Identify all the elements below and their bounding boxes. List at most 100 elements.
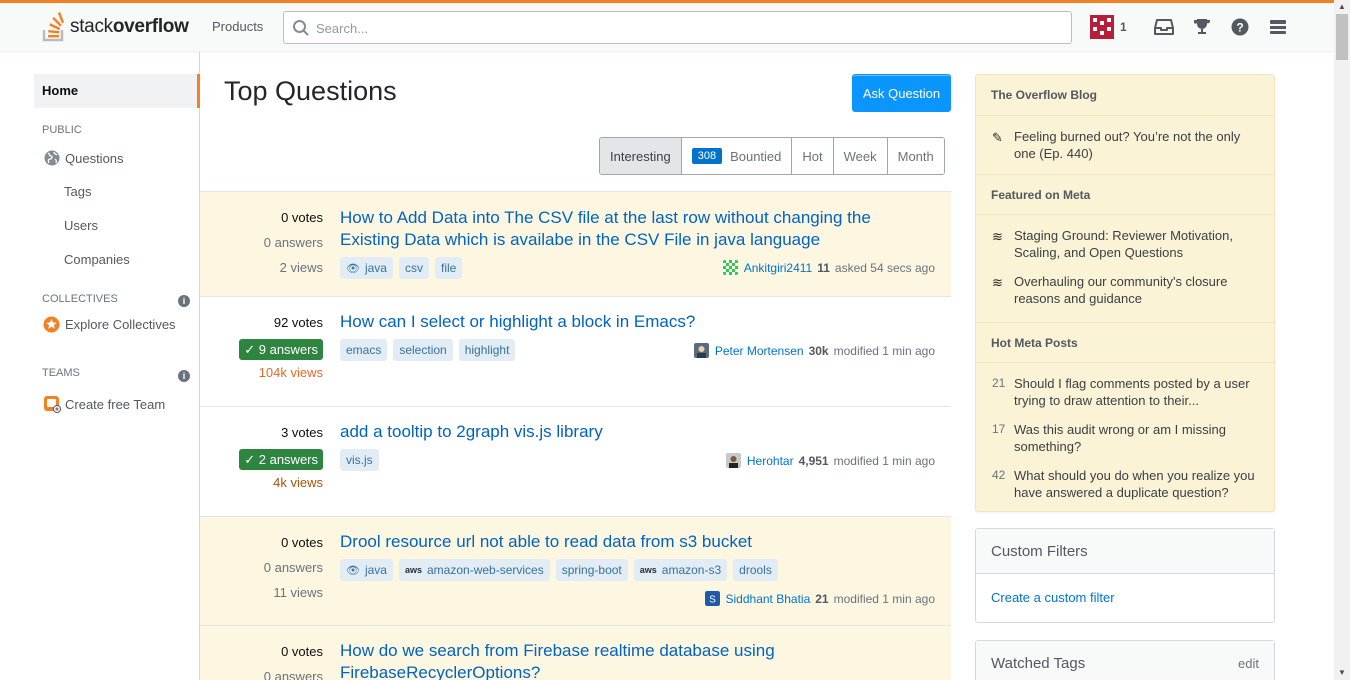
meta-item-link[interactable]: Overhauling our community's closure reas… xyxy=(1014,274,1227,306)
user-avatar-ankitgiri2411[interactable] xyxy=(722,260,738,275)
site-switcher-icon[interactable] xyxy=(1267,16,1289,38)
meta-item[interactable]: ≋ Staging Ground: Reviewer Motivation, S… xyxy=(976,227,1274,261)
tag-file[interactable]: file xyxy=(434,257,463,279)
question-stats: 92 votes ✓ 9 answers 104k views xyxy=(213,314,323,389)
blog-heading: The Overflow Blog xyxy=(976,75,1274,116)
tag-spring-boot[interactable]: spring-boot xyxy=(555,559,628,581)
user-avatar-herohtar[interactable] xyxy=(725,453,741,468)
view-count: 4k views xyxy=(273,475,323,490)
question-tags: 👁 java aws amazon-web-services spring-boot… xyxy=(340,559,778,581)
search-box[interactable] xyxy=(283,11,1072,44)
hot-meta-link[interactable]: Was this audit wrong or am I missing som… xyxy=(1014,422,1226,454)
watched-tags-title: Watched Tags xyxy=(991,654,1086,672)
page-title: Top Questions xyxy=(224,76,397,106)
tag-java[interactable]: 👁 java xyxy=(340,257,393,279)
question-timestamp[interactable]: modified 1 min ago xyxy=(834,454,935,468)
ask-question-button[interactable]: Ask Question xyxy=(852,74,951,112)
collectives-star-icon xyxy=(43,316,60,333)
question-meta: Herohtar 4,951 modified 1 min ago xyxy=(725,453,935,468)
question-summary: 92 votes ✓ 9 answers 104k views How can … xyxy=(200,297,951,407)
meta-item[interactable]: ≋ Overhauling our community's closure re… xyxy=(976,273,1274,307)
hot-meta-item[interactable]: 42 What should you do when you realize y… xyxy=(976,467,1274,501)
user-name-link[interactable]: Peter Mortensen xyxy=(715,344,804,358)
scroll-thumb[interactable] xyxy=(1336,14,1348,60)
tag-visjs[interactable]: vis.js xyxy=(340,449,379,471)
user-reputation: 4,951 xyxy=(798,453,829,468)
tab-week[interactable]: Week xyxy=(833,138,888,174)
featured-meta-list: ≋ Staging Ground: Reviewer Motivation, S… xyxy=(976,215,1274,322)
question-title-link[interactable]: How do we search from Firebase realtime … xyxy=(340,640,900,680)
hot-meta-link[interactable]: What should you do when you realize you … xyxy=(1014,468,1255,500)
question-tags: emacs selection highlight xyxy=(340,339,516,361)
hot-meta-item[interactable]: 17 Was this audit wrong or am I missing … xyxy=(976,421,1274,455)
user-name-link[interactable]: Ankitgiri2411 xyxy=(744,261,812,275)
nav-tags[interactable]: Tags xyxy=(64,184,91,199)
inbox-icon[interactable] xyxy=(1153,16,1175,38)
user-name-link[interactable]: Siddhant Bhatia xyxy=(726,592,811,606)
user-avatar-peter-mortensen[interactable] xyxy=(693,343,709,358)
vote-count: 0 votes xyxy=(281,644,323,659)
tag-java[interactable]: 👁 java xyxy=(340,559,393,581)
answer-count: 0 answers xyxy=(263,235,323,250)
tag-highlight[interactable]: highlight xyxy=(458,339,516,361)
question-tags: 👁 java csv file xyxy=(340,257,463,279)
user-avatar-siddhant-bhatia[interactable]: S xyxy=(704,591,720,606)
search-input[interactable] xyxy=(316,18,1056,38)
blog-item-link[interactable]: Feeling burned out? You’re not the only … xyxy=(1014,129,1240,161)
question-stats: 0 votes 0 answers 2 views xyxy=(213,209,323,284)
tab-bountied[interactable]: 308 Bountied xyxy=(681,138,793,174)
scroll-down-arrow-icon[interactable]: ▼ xyxy=(1338,669,1346,677)
question-filter-tabs: Interesting 308 Bountied Hot Week Month xyxy=(599,137,945,175)
tag-drools[interactable]: drools xyxy=(733,559,778,581)
featured-meta-heading: Featured on Meta xyxy=(976,174,1274,215)
nav-users[interactable]: Users xyxy=(64,218,98,233)
question-list: 0 votes 0 answers 2 views How to Add Dat… xyxy=(200,191,951,680)
edit-watched-tags-link[interactable]: edit xyxy=(1238,656,1259,671)
question-tags: vis.js xyxy=(340,449,379,471)
question-summary: 3 votes ✓ 2 answers 4k views add a toolt… xyxy=(200,407,951,517)
stackoverflow-logo[interactable]: stackoverflow xyxy=(42,11,189,43)
help-icon[interactable]: ? xyxy=(1229,16,1251,38)
hot-meta-item[interactable]: 21 Should I flag comments posted by a us… xyxy=(976,375,1274,409)
nav-questions[interactable]: Questions xyxy=(44,150,124,166)
tag-csv[interactable]: csv xyxy=(398,257,429,279)
hot-meta-link[interactable]: Should I flag comments posted by a user … xyxy=(1014,376,1250,408)
question-title-link[interactable]: Drool resource url not able to read data… xyxy=(340,531,900,553)
create-custom-filter-link[interactable]: Create a custom filter xyxy=(976,574,1274,621)
question-meta: Peter Mortensen 30k modified 1 min ago xyxy=(693,343,935,358)
teams-briefcase-icon xyxy=(44,396,61,413)
tab-hot[interactable]: Hot xyxy=(792,138,834,174)
collectives-info-icon[interactable]: i xyxy=(178,295,190,307)
tab-month[interactable]: Month xyxy=(887,138,944,174)
question-title-link[interactable]: How to Add Data into The CSV file at the… xyxy=(340,207,900,251)
question-timestamp[interactable]: modified 1 min ago xyxy=(834,344,935,358)
question-title-link[interactable]: add a tooltip to 2graph vis.js library xyxy=(340,421,900,443)
meta-item-link[interactable]: Staging Ground: Reviewer Motivation, Sca… xyxy=(1014,228,1233,260)
question-timestamp[interactable]: asked 54 secs ago xyxy=(835,261,935,275)
tag-emacs[interactable]: emacs xyxy=(340,339,388,361)
tag-selection[interactable]: selection xyxy=(393,339,453,361)
user-name-link[interactable]: Herohtar xyxy=(747,454,794,468)
teams-info-icon[interactable]: i xyxy=(178,370,190,382)
left-sidebar: Home PUBLIC Questions Tags Users Compani… xyxy=(0,51,200,680)
question-title-link[interactable]: How can I select or highlight a block in… xyxy=(340,311,900,333)
user-avatar[interactable] xyxy=(1090,15,1114,39)
nav-home[interactable]: Home xyxy=(34,74,200,108)
nav-section-teams: TEAMS xyxy=(42,367,80,379)
achievements-trophy-icon[interactable] xyxy=(1191,16,1213,38)
tag-amazon-s3[interactable]: aws amazon-s3 xyxy=(633,559,728,581)
blog-item[interactable]: ✎ Feeling burned out? You’re not the onl… xyxy=(976,128,1274,162)
user-reputation: 21 xyxy=(815,591,829,606)
tab-interesting[interactable]: Interesting xyxy=(600,138,682,174)
nav-companies[interactable]: Companies xyxy=(64,252,130,267)
nav-section-public: PUBLIC xyxy=(42,124,82,136)
question-timestamp[interactable]: modified 1 min ago xyxy=(834,592,935,606)
tag-label: java xyxy=(364,563,387,577)
nav-create-team[interactable]: Create free Team xyxy=(43,395,165,413)
tag-amazon-web-services[interactable]: aws amazon-web-services xyxy=(398,559,550,581)
products-menu[interactable]: Products xyxy=(212,19,263,34)
scroll-up-arrow-icon[interactable]: ▲ xyxy=(1338,3,1346,11)
search-icon xyxy=(293,20,309,36)
nav-explore-collectives[interactable]: Explore Collectives xyxy=(43,316,176,333)
page-scrollbar[interactable]: ▲ ▼ xyxy=(1334,0,1350,680)
